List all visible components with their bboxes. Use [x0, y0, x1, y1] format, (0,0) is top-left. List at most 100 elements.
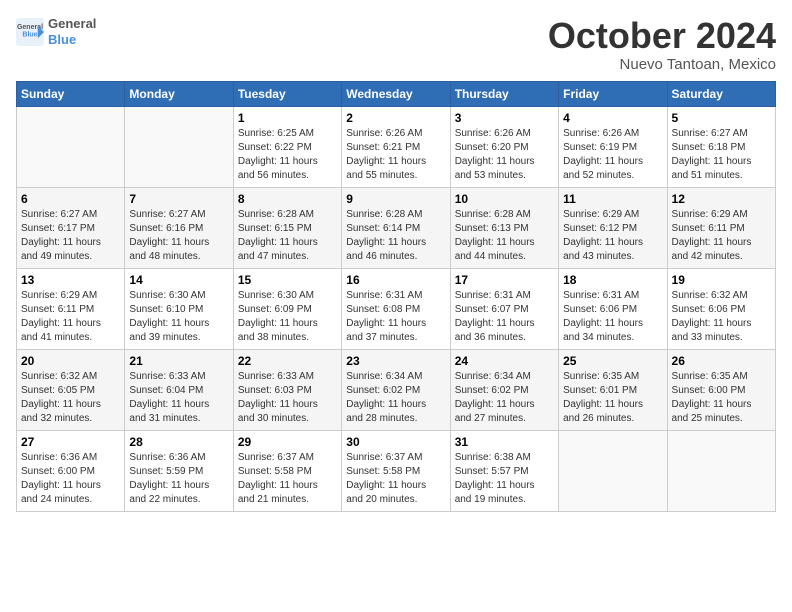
- calendar-cell: 16Sunrise: 6:31 AM Sunset: 6:08 PM Dayli…: [342, 268, 450, 349]
- day-number: 8: [238, 192, 337, 206]
- calendar-cell: 13Sunrise: 6:29 AM Sunset: 6:11 PM Dayli…: [17, 268, 125, 349]
- calendar-cell: 7 Sunrise: 6:27 AM Sunset: 6:16 PM Daylig…: [125, 187, 233, 268]
- calendar-cell: 30 Sunrise: 6:37 AM Sunset: 5:58 PM Dayli…: [342, 430, 450, 511]
- calendar-cell: 9 Sunrise: 6:28 AM Sunset: 6:14 PM Daylig…: [342, 187, 450, 268]
- cell-info: Sunrise: 6:27 AM Sunset: 6:18 PM Dayligh…: [672, 127, 771, 183]
- calendar-cell: 11 Sunrise: 6:29 AM Sunset: 6:12 PM Dayli…: [559, 187, 667, 268]
- location: Nuevo Tantoan, Mexico: [548, 56, 776, 73]
- header-tuesday: Tuesday: [233, 81, 341, 106]
- week-row-2: 6 Sunrise: 6:27 AM Sunset: 6:17 PM Daylig…: [17, 187, 776, 268]
- calendar-cell: 20 Sunrise: 6:32 AM Sunset: 6:05 PM Dayli…: [17, 349, 125, 430]
- cell-info: Sunrise: 6:36 AM Sunset: 5:59 PM Dayligh…: [129, 451, 228, 507]
- cell-info: Sunrise: 6:37 AM Sunset: 5:58 PM Dayligh…: [346, 451, 445, 507]
- calendar-table: SundayMondayTuesdayWednesdayThursdayFrid…: [16, 81, 776, 512]
- cell-info: Sunrise: 6:26 AM Sunset: 6:21 PM Dayligh…: [346, 127, 445, 183]
- day-number: 29: [238, 435, 337, 449]
- calendar-cell: 31 Sunrise: 6:38 AM Sunset: 5:57 PM Dayli…: [450, 430, 558, 511]
- cell-info: Sunrise: 6:28 AM Sunset: 6:15 PM Dayligh…: [238, 208, 337, 264]
- cell-info: Sunrise: 6:31 AM Sunset: 6:07 PM Dayligh…: [455, 289, 554, 345]
- cell-info: Sunrise: 6:30 AM Sunset: 6:09 PM Dayligh…: [238, 289, 337, 345]
- cell-info: Sunrise: 6:29 AM Sunset: 6:11 PM Dayligh…: [672, 208, 771, 264]
- calendar-cell: 29 Sunrise: 6:37 AM Sunset: 5:58 PM Dayli…: [233, 430, 341, 511]
- day-number: 21: [129, 354, 228, 368]
- cell-info: Sunrise: 6:30 AM Sunset: 6:10 PM Dayligh…: [129, 289, 228, 345]
- cell-info: Sunrise: 6:34 AM Sunset: 6:02 PM Dayligh…: [346, 370, 445, 426]
- cell-info: Sunrise: 6:29 AM Sunset: 6:12 PM Dayligh…: [563, 208, 662, 264]
- calendar-cell: 18Sunrise: 6:31 AM Sunset: 6:06 PM Dayli…: [559, 268, 667, 349]
- calendar-cell: 10 Sunrise: 6:28 AM Sunset: 6:13 PM Dayli…: [450, 187, 558, 268]
- cell-info: Sunrise: 6:26 AM Sunset: 6:20 PM Dayligh…: [455, 127, 554, 183]
- cell-info: Sunrise: 6:31 AM Sunset: 6:08 PM Dayligh…: [346, 289, 445, 345]
- day-number: 26: [672, 354, 771, 368]
- cell-info: Sunrise: 6:27 AM Sunset: 6:16 PM Dayligh…: [129, 208, 228, 264]
- header-wednesday: Wednesday: [342, 81, 450, 106]
- title-section: October 2024 Nuevo Tantoan, Mexico: [548, 16, 776, 73]
- cell-info: Sunrise: 6:38 AM Sunset: 5:57 PM Dayligh…: [455, 451, 554, 507]
- calendar-header-row: SundayMondayTuesdayWednesdayThursdayFrid…: [17, 81, 776, 106]
- day-number: 3: [455, 111, 554, 125]
- calendar-cell: 24Sunrise: 6:34 AM Sunset: 6:02 PM Dayli…: [450, 349, 558, 430]
- calendar-cell: 2 Sunrise: 6:26 AM Sunset: 6:21 PM Daylig…: [342, 106, 450, 187]
- week-row-1: 1 Sunrise: 6:25 AM Sunset: 6:22 PM Daylig…: [17, 106, 776, 187]
- day-number: 10: [455, 192, 554, 206]
- cell-info: Sunrise: 6:29 AM Sunset: 6:11 PM Dayligh…: [21, 289, 120, 345]
- header-monday: Monday: [125, 81, 233, 106]
- cell-info: Sunrise: 6:25 AM Sunset: 6:22 PM Dayligh…: [238, 127, 337, 183]
- day-number: 4: [563, 111, 662, 125]
- calendar-cell: 25 Sunrise: 6:35 AM Sunset: 6:01 PM Dayli…: [559, 349, 667, 430]
- month-title: October 2024: [548, 16, 776, 56]
- cell-info: Sunrise: 6:32 AM Sunset: 6:05 PM Dayligh…: [21, 370, 120, 426]
- day-number: 23: [346, 354, 445, 368]
- week-row-4: 20 Sunrise: 6:32 AM Sunset: 6:05 PM Dayli…: [17, 349, 776, 430]
- day-number: 2: [346, 111, 445, 125]
- day-number: 30: [346, 435, 445, 449]
- day-number: 11: [563, 192, 662, 206]
- cell-info: Sunrise: 6:27 AM Sunset: 6:17 PM Dayligh…: [21, 208, 120, 264]
- cell-info: Sunrise: 6:35 AM Sunset: 6:00 PM Dayligh…: [672, 370, 771, 426]
- calendar-cell: [667, 430, 775, 511]
- day-number: 28: [129, 435, 228, 449]
- cell-info: Sunrise: 6:28 AM Sunset: 6:14 PM Dayligh…: [346, 208, 445, 264]
- cell-info: Sunrise: 6:28 AM Sunset: 6:13 PM Dayligh…: [455, 208, 554, 264]
- svg-text:Blue: Blue: [22, 31, 37, 38]
- header-thursday: Thursday: [450, 81, 558, 106]
- header-sunday: Sunday: [17, 81, 125, 106]
- day-number: 6: [21, 192, 120, 206]
- day-number: 5: [672, 111, 771, 125]
- day-number: 20: [21, 354, 120, 368]
- cell-info: Sunrise: 6:37 AM Sunset: 5:58 PM Dayligh…: [238, 451, 337, 507]
- day-number: 9: [346, 192, 445, 206]
- day-number: 19: [672, 273, 771, 287]
- page-header: General Blue General Blue October 2024 N…: [16, 16, 776, 73]
- day-number: 7: [129, 192, 228, 206]
- calendar-cell: 12Sunrise: 6:29 AM Sunset: 6:11 PM Dayli…: [667, 187, 775, 268]
- calendar-cell: [559, 430, 667, 511]
- logo-line2: Blue: [48, 32, 96, 48]
- day-number: 1: [238, 111, 337, 125]
- logo-text: General Blue: [48, 16, 96, 47]
- cell-info: Sunrise: 6:35 AM Sunset: 6:01 PM Dayligh…: [563, 370, 662, 426]
- calendar-cell: 26 Sunrise: 6:35 AM Sunset: 6:00 PM Dayli…: [667, 349, 775, 430]
- calendar-cell: 21Sunrise: 6:33 AM Sunset: 6:04 PM Dayli…: [125, 349, 233, 430]
- calendar-cell: 4Sunrise: 6:26 AM Sunset: 6:19 PM Daylig…: [559, 106, 667, 187]
- calendar-cell: 1 Sunrise: 6:25 AM Sunset: 6:22 PM Daylig…: [233, 106, 341, 187]
- day-number: 25: [563, 354, 662, 368]
- cell-info: Sunrise: 6:33 AM Sunset: 6:03 PM Dayligh…: [238, 370, 337, 426]
- calendar-cell: 14Sunrise: 6:30 AM Sunset: 6:10 PM Dayli…: [125, 268, 233, 349]
- cell-info: Sunrise: 6:32 AM Sunset: 6:06 PM Dayligh…: [672, 289, 771, 345]
- day-number: 17: [455, 273, 554, 287]
- cell-info: Sunrise: 6:36 AM Sunset: 6:00 PM Dayligh…: [21, 451, 120, 507]
- header-saturday: Saturday: [667, 81, 775, 106]
- logo: General Blue General Blue: [16, 16, 96, 47]
- calendar-cell: 22Sunrise: 6:33 AM Sunset: 6:03 PM Dayli…: [233, 349, 341, 430]
- calendar-cell: 17 Sunrise: 6:31 AM Sunset: 6:07 PM Dayli…: [450, 268, 558, 349]
- calendar-cell: 8 Sunrise: 6:28 AM Sunset: 6:15 PM Daylig…: [233, 187, 341, 268]
- calendar-cell: [125, 106, 233, 187]
- calendar-cell: 19 Sunrise: 6:32 AM Sunset: 6:06 PM Dayli…: [667, 268, 775, 349]
- logo-icon: General Blue: [16, 18, 44, 46]
- calendar-cell: 23 Sunrise: 6:34 AM Sunset: 6:02 PM Dayli…: [342, 349, 450, 430]
- cell-info: Sunrise: 6:34 AM Sunset: 6:02 PM Dayligh…: [455, 370, 554, 426]
- week-row-5: 27Sunrise: 6:36 AM Sunset: 6:00 PM Dayli…: [17, 430, 776, 511]
- calendar-cell: [17, 106, 125, 187]
- day-number: 31: [455, 435, 554, 449]
